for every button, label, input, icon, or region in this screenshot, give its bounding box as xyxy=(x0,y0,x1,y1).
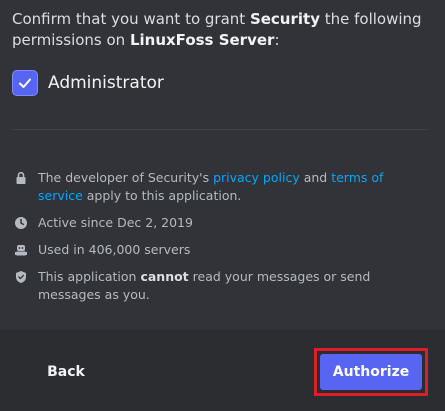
info-server-count: Used in 406,000 servers xyxy=(12,241,422,259)
shield-icon xyxy=(12,268,30,286)
policy-suffix: apply to this application. xyxy=(82,188,242,203)
privacy-prefix: This application xyxy=(38,269,141,284)
privacy-policy-link[interactable]: privacy policy xyxy=(213,170,300,185)
policy-and: and xyxy=(299,170,332,185)
permission-label: Administrator xyxy=(48,73,164,93)
info-policy: The developer of Security's privacy poli… xyxy=(12,169,422,205)
permission-checkbox[interactable] xyxy=(12,70,38,96)
authorize-button[interactable]: Authorize xyxy=(320,354,422,390)
dialog-footer: Back Authorize xyxy=(0,330,445,411)
server-count-text: Used in 406,000 servers xyxy=(38,242,191,257)
message-privacy-text: This application cannot read your messag… xyxy=(38,268,422,304)
policy-prefix: The developer of Security's xyxy=(38,170,214,185)
active-since-text: Active since Dec 2, 2019 xyxy=(38,215,193,230)
robot-icon xyxy=(12,241,30,259)
dialog-content: Confirm that you want to grant Security … xyxy=(0,0,445,330)
confirm-message: Confirm that you want to grant Security … xyxy=(12,9,432,51)
permission-row-administrator[interactable]: Administrator xyxy=(12,69,164,97)
confirm-suffix: : xyxy=(274,31,280,49)
checkmark-icon xyxy=(19,78,31,88)
privacy-emphasis: cannot xyxy=(140,269,189,284)
lock-icon xyxy=(12,169,30,187)
policy-text: The developer of Security's privacy poli… xyxy=(38,169,422,205)
confirm-prefix: Confirm that you want to grant xyxy=(12,10,250,28)
oauth-authorize-dialog: Confirm that you want to grant Security … xyxy=(0,0,445,411)
divider xyxy=(12,129,428,130)
authorize-highlight: Authorize xyxy=(314,348,428,396)
app-name: Security xyxy=(249,10,320,28)
clock-icon xyxy=(12,214,30,232)
back-button[interactable]: Back xyxy=(34,354,98,390)
info-active-since: Active since Dec 2, 2019 xyxy=(12,214,422,232)
info-message-privacy: This application cannot read your messag… xyxy=(12,268,422,304)
server-name: LinuxFoss Server xyxy=(129,31,275,49)
